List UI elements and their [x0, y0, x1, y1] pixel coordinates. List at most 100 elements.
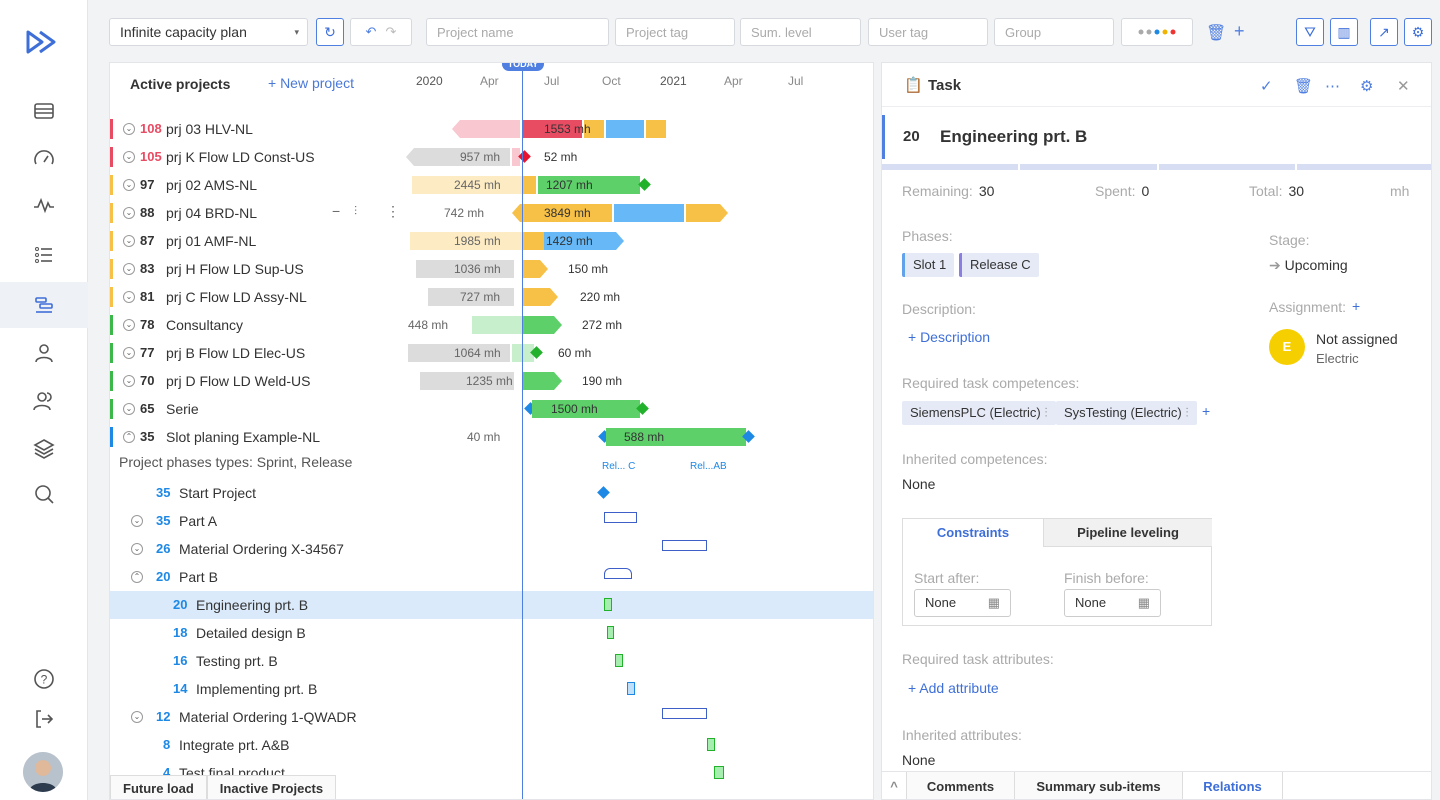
- chevron-down-icon[interactable]: ⌄: [131, 711, 143, 723]
- add-description-link[interactable]: + Description: [908, 329, 990, 345]
- nav-activity-icon[interactable]: [0, 182, 88, 228]
- nav-logout-icon[interactable]: [0, 696, 88, 742]
- finish-before-input[interactable]: None ▦: [1064, 589, 1161, 617]
- tab-relations[interactable]: Relations: [1183, 772, 1283, 799]
- start-after-input[interactable]: None ▦: [914, 589, 1011, 617]
- chevron-down-icon[interactable]: ⌄: [123, 207, 135, 219]
- add-attribute-link[interactable]: + Add attribute: [908, 680, 999, 696]
- project-row[interactable]: ⌄ 81 prj C Flow LD Assy-NL 727 mh 220 mh: [110, 283, 873, 311]
- tab-future-load[interactable]: Future load: [110, 775, 207, 799]
- group-input[interactable]: Group: [994, 18, 1114, 46]
- tab-summary-sub-items[interactable]: Summary sub-items: [1015, 772, 1183, 799]
- project-row[interactable]: ⌃ 35 Slot planing Example-NL 40 mh 588 m…: [110, 423, 873, 451]
- chevron-down-icon[interactable]: ⌄: [123, 347, 135, 359]
- chevron-down-icon[interactable]: ⌄: [123, 263, 135, 275]
- nav-search-people-icon[interactable]: [0, 472, 88, 518]
- export-button[interactable]: ↗: [1370, 18, 1398, 46]
- more-menu-icon[interactable]: ⋮: [386, 203, 400, 220]
- project-row[interactable]: ⌄ 83 prj H Flow LD Sup-US 1036 mh 150 mh: [110, 255, 873, 283]
- chevron-down-icon[interactable]: ⌄: [123, 179, 135, 191]
- undo-icon[interactable]: ↶: [366, 24, 377, 40]
- gear-icon[interactable]: ⚙: [1360, 77, 1373, 95]
- project-row[interactable]: ⌄ 97 prj 02 AMS-NL 2445 mh 1207 mh: [110, 171, 873, 199]
- chevron-down-icon[interactable]: ⌄: [123, 291, 135, 303]
- task-row[interactable]: 16 Testing prt. B: [110, 647, 873, 675]
- chevron-up-icon[interactable]: ⌃: [131, 571, 143, 583]
- task-row[interactable]: 18 Detailed design B: [110, 619, 873, 647]
- tab-constraints[interactable]: Constraints: [903, 519, 1043, 547]
- nav-dashboard-icon[interactable]: [0, 136, 88, 182]
- summary-bar: [662, 708, 707, 719]
- chevron-down-icon[interactable]: ⌄: [123, 235, 135, 247]
- phase-chip[interactable]: Slot 1: [902, 253, 955, 277]
- refresh-button[interactable]: ↻: [316, 18, 344, 46]
- trash-icon[interactable]: 🗑: [1294, 77, 1313, 95]
- chevron-down-icon[interactable]: ⌄: [123, 403, 135, 415]
- chevron-down-icon[interactable]: ⌄: [131, 515, 143, 527]
- chevron-down-icon[interactable]: ⌄: [123, 375, 135, 387]
- task-row[interactable]: ⌃ 20 Part B: [110, 563, 873, 591]
- trash-icon[interactable]: 🗑: [1206, 23, 1226, 43]
- task-row-selected[interactable]: 20 Engineering prt. B: [110, 591, 873, 619]
- task-row[interactable]: ⌄ 26 Material Ordering X-34567: [110, 535, 873, 563]
- user-tag-input[interactable]: User tag: [868, 18, 988, 46]
- tab-inactive-projects[interactable]: Inactive Projects: [206, 775, 337, 799]
- project-row[interactable]: ⌄ 105 prj K Flow LD Const-US 957 mh 52 m…: [110, 143, 873, 171]
- chevron-up-icon[interactable]: ⌃: [123, 431, 135, 443]
- chevron-down-icon[interactable]: ⌄: [123, 123, 135, 135]
- status-flag: [110, 427, 113, 447]
- project-name-input[interactable]: Project name: [426, 18, 609, 46]
- competence-chip[interactable]: SiemensPLC (Electric) ⫶: [902, 401, 1056, 425]
- task-row[interactable]: ⌄ 35 Part A: [110, 507, 873, 535]
- check-circle-icon[interactable]: ✓: [1260, 77, 1273, 95]
- competence-chip[interactable]: SysTesting (Electric) ⫶: [1056, 401, 1197, 425]
- tab-pipeline-leveling[interactable]: Pipeline leveling: [1043, 519, 1212, 547]
- project-row[interactable]: ⌄ 65 Serie 1500 mh: [110, 395, 873, 423]
- nav-users-icon[interactable]: [0, 378, 88, 424]
- filter-row-icon[interactable]: ⫶: [354, 204, 357, 219]
- tab-comments[interactable]: Comments: [907, 772, 1015, 799]
- settings-button[interactable]: ⚙: [1404, 18, 1432, 46]
- project-row[interactable]: ⌄ 87 prj 01 AMF-NL 1985 mh 1429 mh: [110, 227, 874, 255]
- nav-layers-icon[interactable]: [0, 426, 88, 472]
- stage-label: Stage:: [1269, 232, 1310, 248]
- task-row[interactable]: 35 Start Project: [110, 479, 873, 507]
- task-row[interactable]: 14 Implementing prt. B: [110, 675, 873, 703]
- app-logo-icon[interactable]: [26, 28, 62, 56]
- nav-user-icon[interactable]: [0, 330, 88, 376]
- collapse-icon[interactable]: −: [332, 203, 340, 219]
- add-icon[interactable]: +: [1234, 21, 1245, 42]
- project-row[interactable]: ⌄ 108 prj 03 HLV-NL 1553 mh: [110, 115, 873, 143]
- project-tag-input[interactable]: Project tag: [615, 18, 735, 46]
- chevron-down-icon[interactable]: ⌄: [123, 151, 135, 163]
- calendar-icon: ▦: [987, 595, 1000, 610]
- chevron-down-icon[interactable]: ⌄: [131, 543, 143, 555]
- stage-value[interactable]: ➔ Upcoming: [1269, 257, 1348, 274]
- close-icon[interactable]: ✕: [1397, 77, 1410, 95]
- share-icon[interactable]: ⋯: [1325, 77, 1340, 95]
- user-avatar[interactable]: [23, 752, 63, 792]
- columns-button[interactable]: ▥: [1330, 18, 1358, 46]
- chevron-down-icon[interactable]: ⌄: [123, 319, 135, 331]
- task-row[interactable]: 8 Integrate prt. A&B: [110, 731, 873, 759]
- project-row[interactable]: ⌄ 70 prj D Flow LD Weld-US 1235 mh 190 m…: [110, 367, 873, 395]
- plan-select[interactable]: Infinite capacity plan ▾: [109, 18, 308, 46]
- project-row[interactable]: ⌄ 77 prj B Flow LD Elec-US 1064 mh 60 mh: [110, 339, 873, 367]
- project-row[interactable]: ⌄ 88 prj 04 BRD-NL − ⫶ ⋮ 742 mh 3849 mh: [110, 199, 874, 227]
- unit-label: mh: [1390, 183, 1410, 199]
- new-project-link[interactable]: + New project: [268, 75, 354, 91]
- chevron-up-icon[interactable]: ^: [882, 772, 907, 799]
- redo-icon[interactable]: ↷: [386, 24, 397, 40]
- task-row[interactable]: ⌄ 12 Material Ordering 1-QWADR: [110, 703, 873, 731]
- project-row[interactable]: ⌄ 78 Consultancy 448 mh 272 mh: [110, 311, 873, 339]
- add-assignment-icon[interactable]: +: [1352, 298, 1360, 314]
- filter-button[interactable]: ⛛: [1296, 18, 1324, 46]
- nav-list-icon[interactable]: [0, 88, 88, 134]
- sum-level-input[interactable]: Sum. level: [740, 18, 861, 46]
- nav-checklist-icon[interactable]: [0, 232, 88, 278]
- task-name[interactable]: Engineering prt. B: [940, 127, 1087, 147]
- phase-chip[interactable]: Release C: [959, 253, 1039, 277]
- color-filter[interactable]: [1121, 18, 1193, 46]
- nav-gantt-icon[interactable]: [0, 282, 88, 328]
- add-competence-icon[interactable]: +: [1202, 403, 1210, 419]
